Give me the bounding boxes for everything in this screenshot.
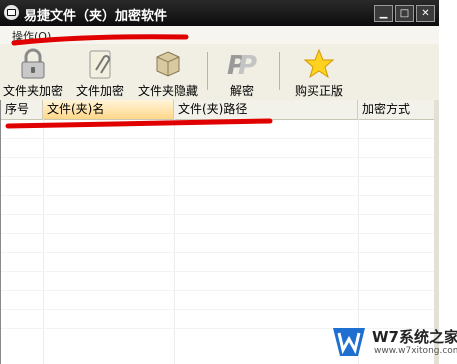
buy-license-label: 购买正版 bbox=[294, 84, 343, 98]
paperclip-document-icon bbox=[89, 50, 111, 79]
box-icon bbox=[156, 51, 180, 77]
toolbar-separator bbox=[279, 52, 280, 90]
app-window: 易捷文件（夹）加密软件 ▁ □ ✕ 操作(O) 文件夹加密 文件加密 文件夹隐藏… bbox=[0, 0, 439, 364]
decrypt-label: 解密 bbox=[229, 84, 254, 98]
p-logo-icon: P P bbox=[227, 51, 257, 80]
menu-bar: 操作(O) bbox=[0, 26, 439, 44]
grid-line bbox=[1, 138, 435, 139]
column-header-encryption-method[interactable]: 加密方式 bbox=[358, 100, 435, 119]
svg-text:P: P bbox=[238, 51, 257, 80]
grid-line bbox=[1, 233, 435, 234]
table-header: 序号 文件(夹)名 文件(夹)路径 加密方式 bbox=[1, 100, 435, 120]
maximize-button[interactable]: □ bbox=[395, 5, 414, 22]
star-icon bbox=[303, 48, 335, 79]
grid-line bbox=[1, 214, 435, 215]
grid-line bbox=[1, 252, 435, 253]
watermark: W7系统之家 www.w7xitong.com bbox=[322, 322, 457, 364]
folder-encrypt-button[interactable]: 文件夹加密 bbox=[2, 48, 64, 99]
close-button[interactable]: ✕ bbox=[416, 5, 435, 22]
folder-hide-label: 文件夹隐藏 bbox=[137, 84, 198, 98]
minimize-button[interactable]: ▁ bbox=[374, 5, 393, 22]
toolbar-separator bbox=[207, 52, 208, 90]
w7-logo-icon bbox=[333, 328, 365, 356]
window-title: 易捷文件（夹）加密软件 bbox=[24, 9, 168, 24]
padlock-icon bbox=[21, 48, 45, 79]
column-header-name[interactable]: 文件(夹)名 bbox=[43, 100, 174, 119]
grid-line bbox=[1, 176, 435, 177]
grid-line bbox=[1, 195, 435, 196]
grid-line bbox=[1, 290, 435, 291]
decrypt-button[interactable]: P P 解密 bbox=[218, 48, 266, 99]
column-header-path[interactable]: 文件(夹)路径 bbox=[174, 100, 358, 119]
folder-encrypt-label: 文件夹加密 bbox=[2, 84, 63, 98]
file-encrypt-button[interactable]: 文件加密 bbox=[71, 48, 129, 99]
menu-operations[interactable]: 操作(O) bbox=[12, 28, 51, 44]
grid-line bbox=[1, 271, 435, 272]
file-encrypt-label: 文件加密 bbox=[75, 84, 124, 98]
watermark-title: W7系统之家 bbox=[372, 328, 457, 346]
lock-app-icon bbox=[4, 5, 19, 20]
grid-line bbox=[1, 157, 435, 158]
watermark-url: www.w7xitong.com bbox=[374, 346, 457, 356]
buy-license-button[interactable]: 购买正版 bbox=[290, 48, 348, 99]
toolbar: 文件夹加密 文件加密 文件夹隐藏 P P 解密 购买正版 bbox=[0, 44, 439, 101]
grid-line bbox=[1, 309, 435, 310]
title-bar[interactable]: 易捷文件（夹）加密软件 ▁ □ ✕ bbox=[0, 0, 439, 26]
folder-hide-button[interactable]: 文件夹隐藏 bbox=[135, 48, 201, 99]
column-header-index[interactable]: 序号 bbox=[1, 100, 43, 119]
